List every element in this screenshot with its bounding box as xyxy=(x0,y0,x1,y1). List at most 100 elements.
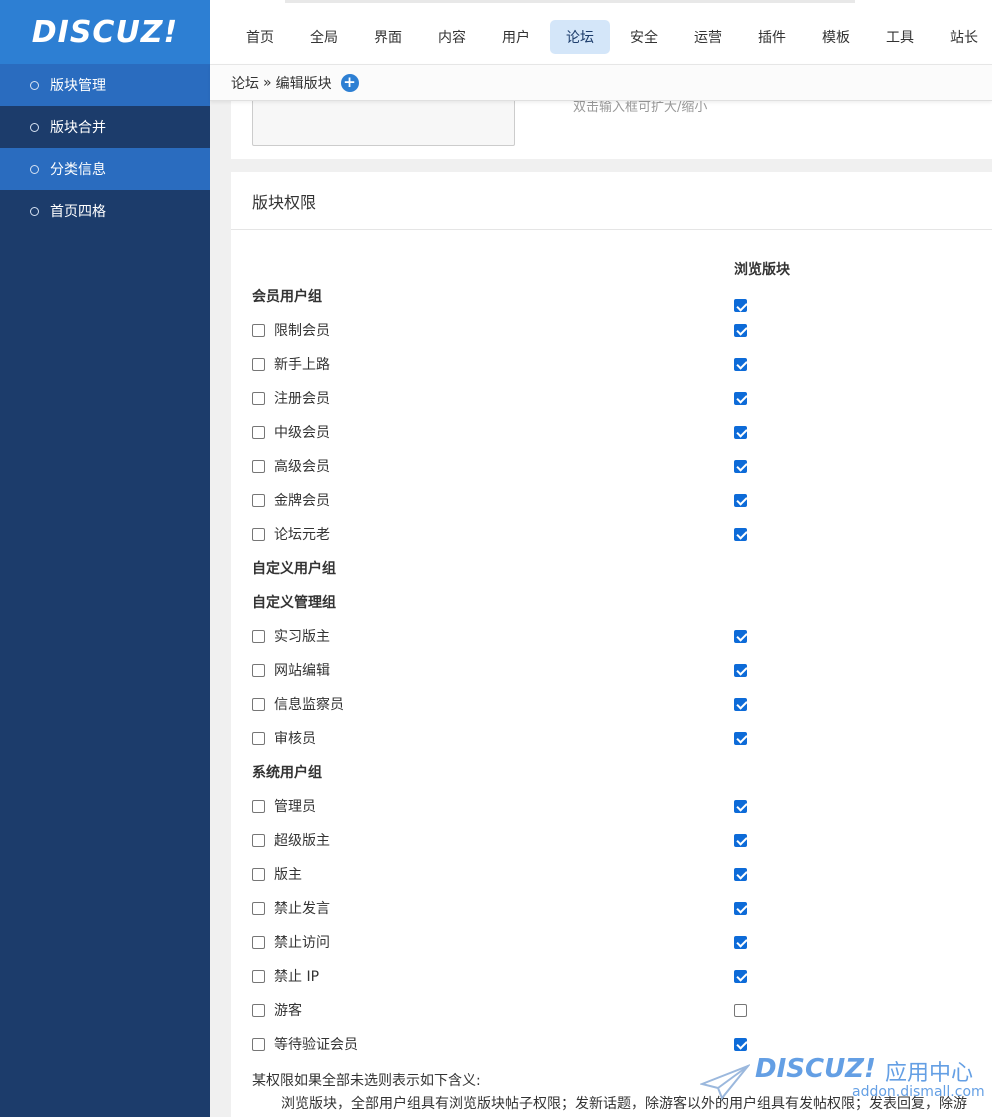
view-permission-cell xyxy=(734,891,747,925)
nav-tab-8[interactable]: 插件 xyxy=(742,20,802,54)
row-select-checkbox[interactable] xyxy=(252,459,265,473)
view-permission-checkbox[interactable] xyxy=(734,867,747,881)
group-name: 禁止 IP xyxy=(274,969,320,985)
view-permission-checkbox[interactable] xyxy=(734,731,747,745)
sidebar-item-2[interactable]: 分类信息 xyxy=(0,148,210,190)
permission-row: 等待验证会员 xyxy=(231,1027,992,1061)
view-permission-checkbox[interactable] xyxy=(734,969,747,983)
row-select-checkbox[interactable] xyxy=(252,697,265,711)
view-permission-checkbox[interactable] xyxy=(734,935,747,949)
row-select-checkbox[interactable] xyxy=(252,935,265,949)
group-select: 论坛元老 xyxy=(252,517,330,551)
row-select-checkbox[interactable] xyxy=(252,391,265,405)
permission-row: 禁止访问 xyxy=(231,925,992,959)
panel-title: 版块权限 xyxy=(231,172,992,230)
view-permission-checkbox[interactable] xyxy=(734,1037,747,1051)
group-name: 高级会员 xyxy=(274,459,330,475)
view-permission-cell xyxy=(734,653,747,687)
row-select-checkbox[interactable] xyxy=(252,867,265,881)
view-permission-checkbox[interactable] xyxy=(734,1003,747,1017)
row-select-checkbox[interactable] xyxy=(252,527,265,541)
view-permission-checkbox[interactable] xyxy=(734,901,747,915)
view-permission-checkbox[interactable] xyxy=(734,357,747,371)
permission-row: 限制会员 xyxy=(231,313,992,347)
sidebar-item-label: 分类信息 xyxy=(50,162,106,178)
nav-tab-1[interactable]: 全局 xyxy=(294,20,354,54)
nav-tab-3[interactable]: 内容 xyxy=(422,20,482,54)
permission-row: 禁止 IP xyxy=(231,959,992,993)
group-name: 等待验证会员 xyxy=(274,1037,358,1053)
view-permission-checkbox[interactable] xyxy=(734,391,747,405)
top-scrollbar[interactable] xyxy=(285,0,855,3)
breadcrumb-root[interactable]: 论坛 xyxy=(231,73,259,93)
group-name: 超级版主 xyxy=(274,833,330,849)
view-all-checkbox[interactable] xyxy=(734,299,747,312)
column-header-view: 浏览版块 xyxy=(734,262,790,278)
view-permission-checkbox[interactable] xyxy=(734,459,747,473)
group-select: 高级会员 xyxy=(252,449,330,483)
group-select: 禁止访问 xyxy=(252,925,330,959)
view-permission-cell xyxy=(734,313,747,347)
group-name: 限制会员 xyxy=(274,323,330,339)
group-name: 信息监察员 xyxy=(274,697,344,713)
breadcrumb: 论坛 » 编辑版块 + xyxy=(210,64,992,101)
view-permission-checkbox[interactable] xyxy=(734,323,747,337)
sidebar-item-0[interactable]: 版块管理 xyxy=(0,64,210,106)
permission-note-title: 某权限如果全部未选则表示如下含义: xyxy=(252,1073,481,1089)
permission-row: 游客 xyxy=(231,993,992,1027)
row-select-checkbox[interactable] xyxy=(252,1037,265,1051)
nav-tab-6[interactable]: 安全 xyxy=(614,20,674,54)
view-permission-checkbox[interactable] xyxy=(734,527,747,541)
group-name: 实习版主 xyxy=(274,629,330,645)
nav-tab-7[interactable]: 运营 xyxy=(678,20,738,54)
group-title: 自定义用户组 xyxy=(252,561,336,577)
sidebar-item-3[interactable]: 首页四格 xyxy=(0,190,210,232)
group-select: 等待验证会员 xyxy=(252,1027,358,1061)
nav-tab-9[interactable]: 模板 xyxy=(806,20,866,54)
view-permission-cell xyxy=(734,687,747,721)
permission-row: 审核员 xyxy=(231,721,992,755)
nav-tab-4[interactable]: 用户 xyxy=(486,20,546,54)
row-select-checkbox[interactable] xyxy=(252,799,265,813)
group-name: 新手上路 xyxy=(274,357,330,373)
row-select-checkbox[interactable] xyxy=(252,833,265,847)
row-select-checkbox[interactable] xyxy=(252,901,265,915)
group-name: 论坛元老 xyxy=(274,527,330,543)
group-select: 网站编辑 xyxy=(252,653,330,687)
group-select: 实习版主 xyxy=(252,619,330,653)
view-permission-checkbox[interactable] xyxy=(734,629,747,643)
nav-tab-0[interactable]: 首页 xyxy=(230,20,290,54)
row-select-checkbox[interactable] xyxy=(252,969,265,983)
nav-tab-2[interactable]: 界面 xyxy=(358,20,418,54)
app-window: DISCUZ! 版块管理 版块合并 分类信息 首页四格 首页 全局 界面 内容 用户 论坛 安全运… xyxy=(0,0,992,1117)
row-select-checkbox[interactable] xyxy=(252,425,265,439)
logo[interactable]: DISCUZ! xyxy=(0,0,210,64)
row-select-checkbox[interactable] xyxy=(252,663,265,677)
nav-tab-10[interactable]: 工具 xyxy=(870,20,930,54)
permission-row: 管理员 xyxy=(231,789,992,823)
view-permission-cell xyxy=(734,789,747,823)
view-permission-checkbox[interactable] xyxy=(734,799,747,813)
nav-tab-11[interactable]: 站长 xyxy=(934,20,992,54)
group-name: 管理员 xyxy=(274,799,316,815)
row-select-checkbox[interactable] xyxy=(252,323,265,337)
view-permission-checkbox[interactable] xyxy=(734,663,747,677)
view-permission-cell xyxy=(734,721,747,755)
row-select-checkbox[interactable] xyxy=(252,731,265,745)
row-select-checkbox[interactable] xyxy=(252,493,265,507)
group-select: 中级会员 xyxy=(252,415,330,449)
add-shortcut-plus-icon[interactable]: + xyxy=(340,73,359,92)
circle-bullet-icon xyxy=(30,164,39,174)
row-select-checkbox[interactable] xyxy=(252,357,265,371)
topnav-topline xyxy=(210,0,992,10)
view-permission-checkbox[interactable] xyxy=(734,425,747,439)
sidebar-item-1[interactable]: 版块合并 xyxy=(0,106,210,148)
view-permission-checkbox[interactable] xyxy=(734,697,747,711)
row-select-checkbox[interactable] xyxy=(252,629,265,643)
permission-row: 版主 xyxy=(231,857,992,891)
view-permission-checkbox[interactable] xyxy=(734,493,747,507)
view-permission-checkbox[interactable] xyxy=(734,833,747,847)
row-select-checkbox[interactable] xyxy=(252,1003,265,1017)
description-textarea[interactable] xyxy=(252,95,515,146)
nav-tab-5[interactable]: 论坛 xyxy=(550,20,610,54)
